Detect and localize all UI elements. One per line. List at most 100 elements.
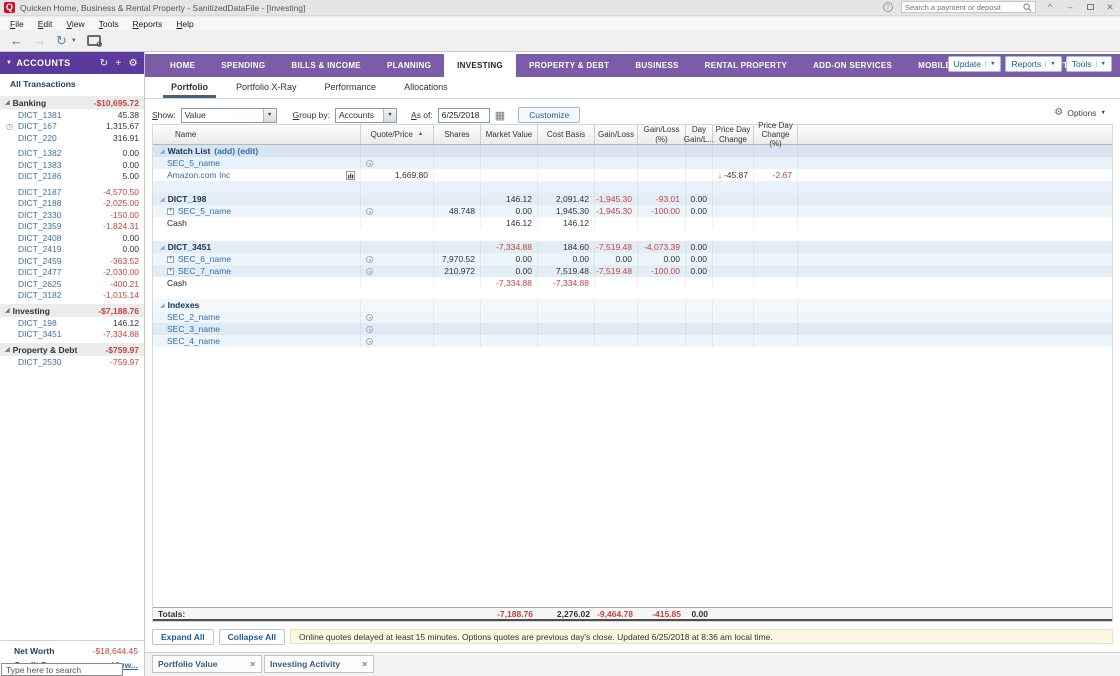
security-name[interactable]: SEC_2_name (167, 312, 220, 322)
nav-tab-bills-income[interactable]: BILLS & INCOME (278, 54, 374, 77)
account-name[interactable]: DICT_2477 (18, 267, 103, 277)
search-input[interactable] (905, 3, 1023, 12)
subtab-performance[interactable]: Performance (311, 82, 391, 98)
account-name[interactable]: DICT_2188 (18, 198, 103, 208)
view-tab-investing-activity[interactable]: Investing Activity✕ (264, 655, 374, 673)
minimize-icon[interactable]: – (1064, 2, 1076, 12)
account-name[interactable]: DICT_3182 (18, 290, 103, 300)
nav-tab-planning[interactable]: PLANNING (374, 54, 444, 77)
table-row-sec-4-name[interactable]: SEC_4_name (153, 335, 1112, 347)
section-row-dict-3451[interactable]: ◢DICT_3451-7,334.88184.60-7,519.48-4,073… (153, 241, 1112, 253)
account-name[interactable]: DICT_2419 (18, 244, 122, 254)
mobile-sync-settings-icon[interactable] (87, 35, 101, 46)
restore-icon[interactable] (1084, 2, 1096, 12)
group-expand-icon[interactable]: ◢ (5, 99, 10, 106)
update-dropdown-icon[interactable]: ▼ (71, 38, 77, 44)
close-tab-icon[interactable]: ✕ (361, 660, 368, 669)
account-name[interactable]: DICT_2330 (18, 210, 110, 220)
expand-plus-icon[interactable]: + (167, 256, 174, 263)
update-button[interactable]: Update▼ (948, 56, 1002, 72)
nav-tab-rental-property[interactable]: RENTAL PROPERTY (692, 54, 800, 77)
table-row-sec-7-name[interactable]: +SEC_7_name210.9720.007,519.48-7,519.48-… (153, 265, 1112, 277)
add-account-icon[interactable]: + (115, 58, 121, 69)
quote-download-icon[interactable] (366, 326, 373, 333)
table-row-sec-5-name[interactable]: +SEC_5_name48.7480.001,945.30-1,945.30-1… (153, 205, 1112, 217)
account-name[interactable]: DICT_1381 (18, 110, 118, 120)
account-name[interactable]: DICT_3451 (18, 329, 103, 339)
account-row-dict-2359[interactable]: DICT_2359-1,824.31 (0, 221, 144, 233)
account-row-dict-198[interactable]: DICT_198146.12 (0, 317, 144, 329)
accounts-refresh-icon[interactable]: ↻ (100, 58, 109, 69)
accounts-collapse-icon[interactable]: ▼ (6, 60, 12, 66)
security-name[interactable]: SEC_3_name (167, 324, 220, 334)
tools-button[interactable]: Tools▼ (1066, 56, 1112, 72)
table-row-sec-2-name[interactable]: SEC_2_name (153, 311, 1112, 323)
table-row-blank[interactable] (153, 181, 1112, 193)
customize-button[interactable]: Customize (518, 107, 580, 123)
groupby-select-arrow-icon[interactable]: ▼ (383, 109, 396, 122)
subtab-portfolio-x-ray[interactable]: Portfolio X-Ray (222, 82, 311, 98)
account-row-dict-1381[interactable]: DICT_138145.38 (0, 109, 144, 121)
reports-button[interactable]: Reports▼ (1005, 56, 1061, 72)
section-expand-icon[interactable]: ◢ (160, 196, 165, 203)
show-select-arrow-icon[interactable]: ▼ (263, 109, 276, 122)
nav-tab-spending[interactable]: SPENDING (208, 54, 278, 77)
groupby-select[interactable]: Accounts ▼ (335, 108, 397, 123)
subtab-portfolio[interactable]: Portfolio (157, 82, 222, 98)
section-expand-icon[interactable]: ◢ (160, 148, 165, 155)
account-name[interactable]: DICT_167 (18, 121, 106, 131)
quote-download-icon[interactable] (366, 314, 373, 321)
account-name[interactable]: DICT_2187 (18, 187, 103, 197)
account-name[interactable]: DICT_1383 (18, 160, 122, 170)
expand-plus-icon[interactable]: + (167, 208, 174, 215)
account-name[interactable]: DICT_2359 (18, 221, 103, 231)
account-row-dict-2625[interactable]: DICT_2625-400.21 (0, 278, 144, 290)
table-row-sec-6-name[interactable]: +SEC_6_name7,970.520.000.000.000.000.00 (153, 253, 1112, 265)
close-tab-icon[interactable]: ✕ (249, 660, 256, 669)
section-row-watch-list[interactable]: ◢Watch List(add) (edit) (153, 145, 1112, 157)
sidebar-group-banking[interactable]: ◢Banking-$10,695.72 (0, 96, 144, 109)
col-header-shares[interactable]: Shares (434, 125, 481, 144)
quote-download-icon[interactable] (366, 338, 373, 345)
account-name[interactable]: DICT_2530 (18, 357, 110, 367)
menu-tools[interactable]: Tools (93, 19, 125, 29)
account-row-dict-2186[interactable]: DICT_21865.00 (0, 171, 144, 183)
all-transactions-link[interactable]: All Transactions (0, 74, 144, 93)
col-header-name[interactable]: Name (153, 125, 361, 144)
account-name[interactable]: DICT_198 (18, 318, 113, 328)
security-name[interactable]: SEC_6_name (178, 254, 231, 264)
account-row-dict-2188[interactable]: DICT_2188-2,025.00 (0, 198, 144, 210)
accounts-header[interactable]: ▼ ACCOUNTS ↻ + ⚙ (0, 52, 144, 74)
group-expand-icon[interactable]: ◢ (5, 307, 10, 314)
net-worth-label[interactable]: Net Worth (14, 646, 93, 656)
show-select[interactable]: Value ▼ (181, 108, 277, 123)
table-row-amazon-com-inc[interactable]: Amazon.com Inc1,669.80↓-45.87-2.67 (153, 169, 1112, 181)
nav-tab-investing[interactable]: INVESTING (444, 54, 516, 77)
account-row-dict-2477[interactable]: DICT_2477-2,030.00 (0, 267, 144, 279)
section-row-dict-198[interactable]: ◢DICT_198146.122,091.42-1,945.30-93.010.… (153, 193, 1112, 205)
watchlist-add-edit-links[interactable]: (add) (edit) (214, 146, 258, 156)
col-header-price-day[interactable]: Price Day Change (713, 125, 754, 144)
expand-plus-icon[interactable]: + (167, 268, 174, 275)
account-row-dict-167[interactable]: ◷DICT_1671,315.67 (0, 121, 144, 133)
expand-all-button[interactable]: Expand All (152, 629, 214, 645)
account-row-dict-2459[interactable]: DICT_2459-363.52 (0, 255, 144, 267)
price-history-icon[interactable] (346, 171, 355, 180)
account-row-dict-2408[interactable]: DICT_24080.00 (0, 232, 144, 244)
nav-tab-business[interactable]: BUSINESS (622, 54, 691, 77)
account-row-dict-220[interactable]: DICT_220316.91 (0, 132, 144, 144)
menu-help[interactable]: Help (170, 19, 199, 29)
table-row-sec-3-name[interactable]: SEC_3_name (153, 323, 1112, 335)
account-name[interactable]: DICT_2408 (18, 233, 122, 243)
col-header-price-day-pct[interactable]: Price Day Change (%) (754, 125, 798, 144)
sidebar-group-investing[interactable]: ◢Investing-$7,188.76 (0, 304, 144, 317)
nav-tab-add-on-services[interactable]: ADD-ON SERVICES (800, 54, 905, 77)
account-row-dict-1383[interactable]: DICT_13830.00 (0, 159, 144, 171)
nav-tab-home[interactable]: HOME (157, 54, 208, 77)
account-row-dict-3451[interactable]: DICT_3451-7,334.88 (0, 329, 144, 341)
quote-download-icon[interactable] (366, 208, 373, 215)
collapse-all-button[interactable]: Collapse All (219, 629, 285, 645)
col-header-quote-price[interactable]: Quote/Price▲ (361, 125, 434, 144)
quote-download-icon[interactable] (366, 256, 373, 263)
group-expand-icon[interactable]: ◢ (5, 346, 10, 353)
